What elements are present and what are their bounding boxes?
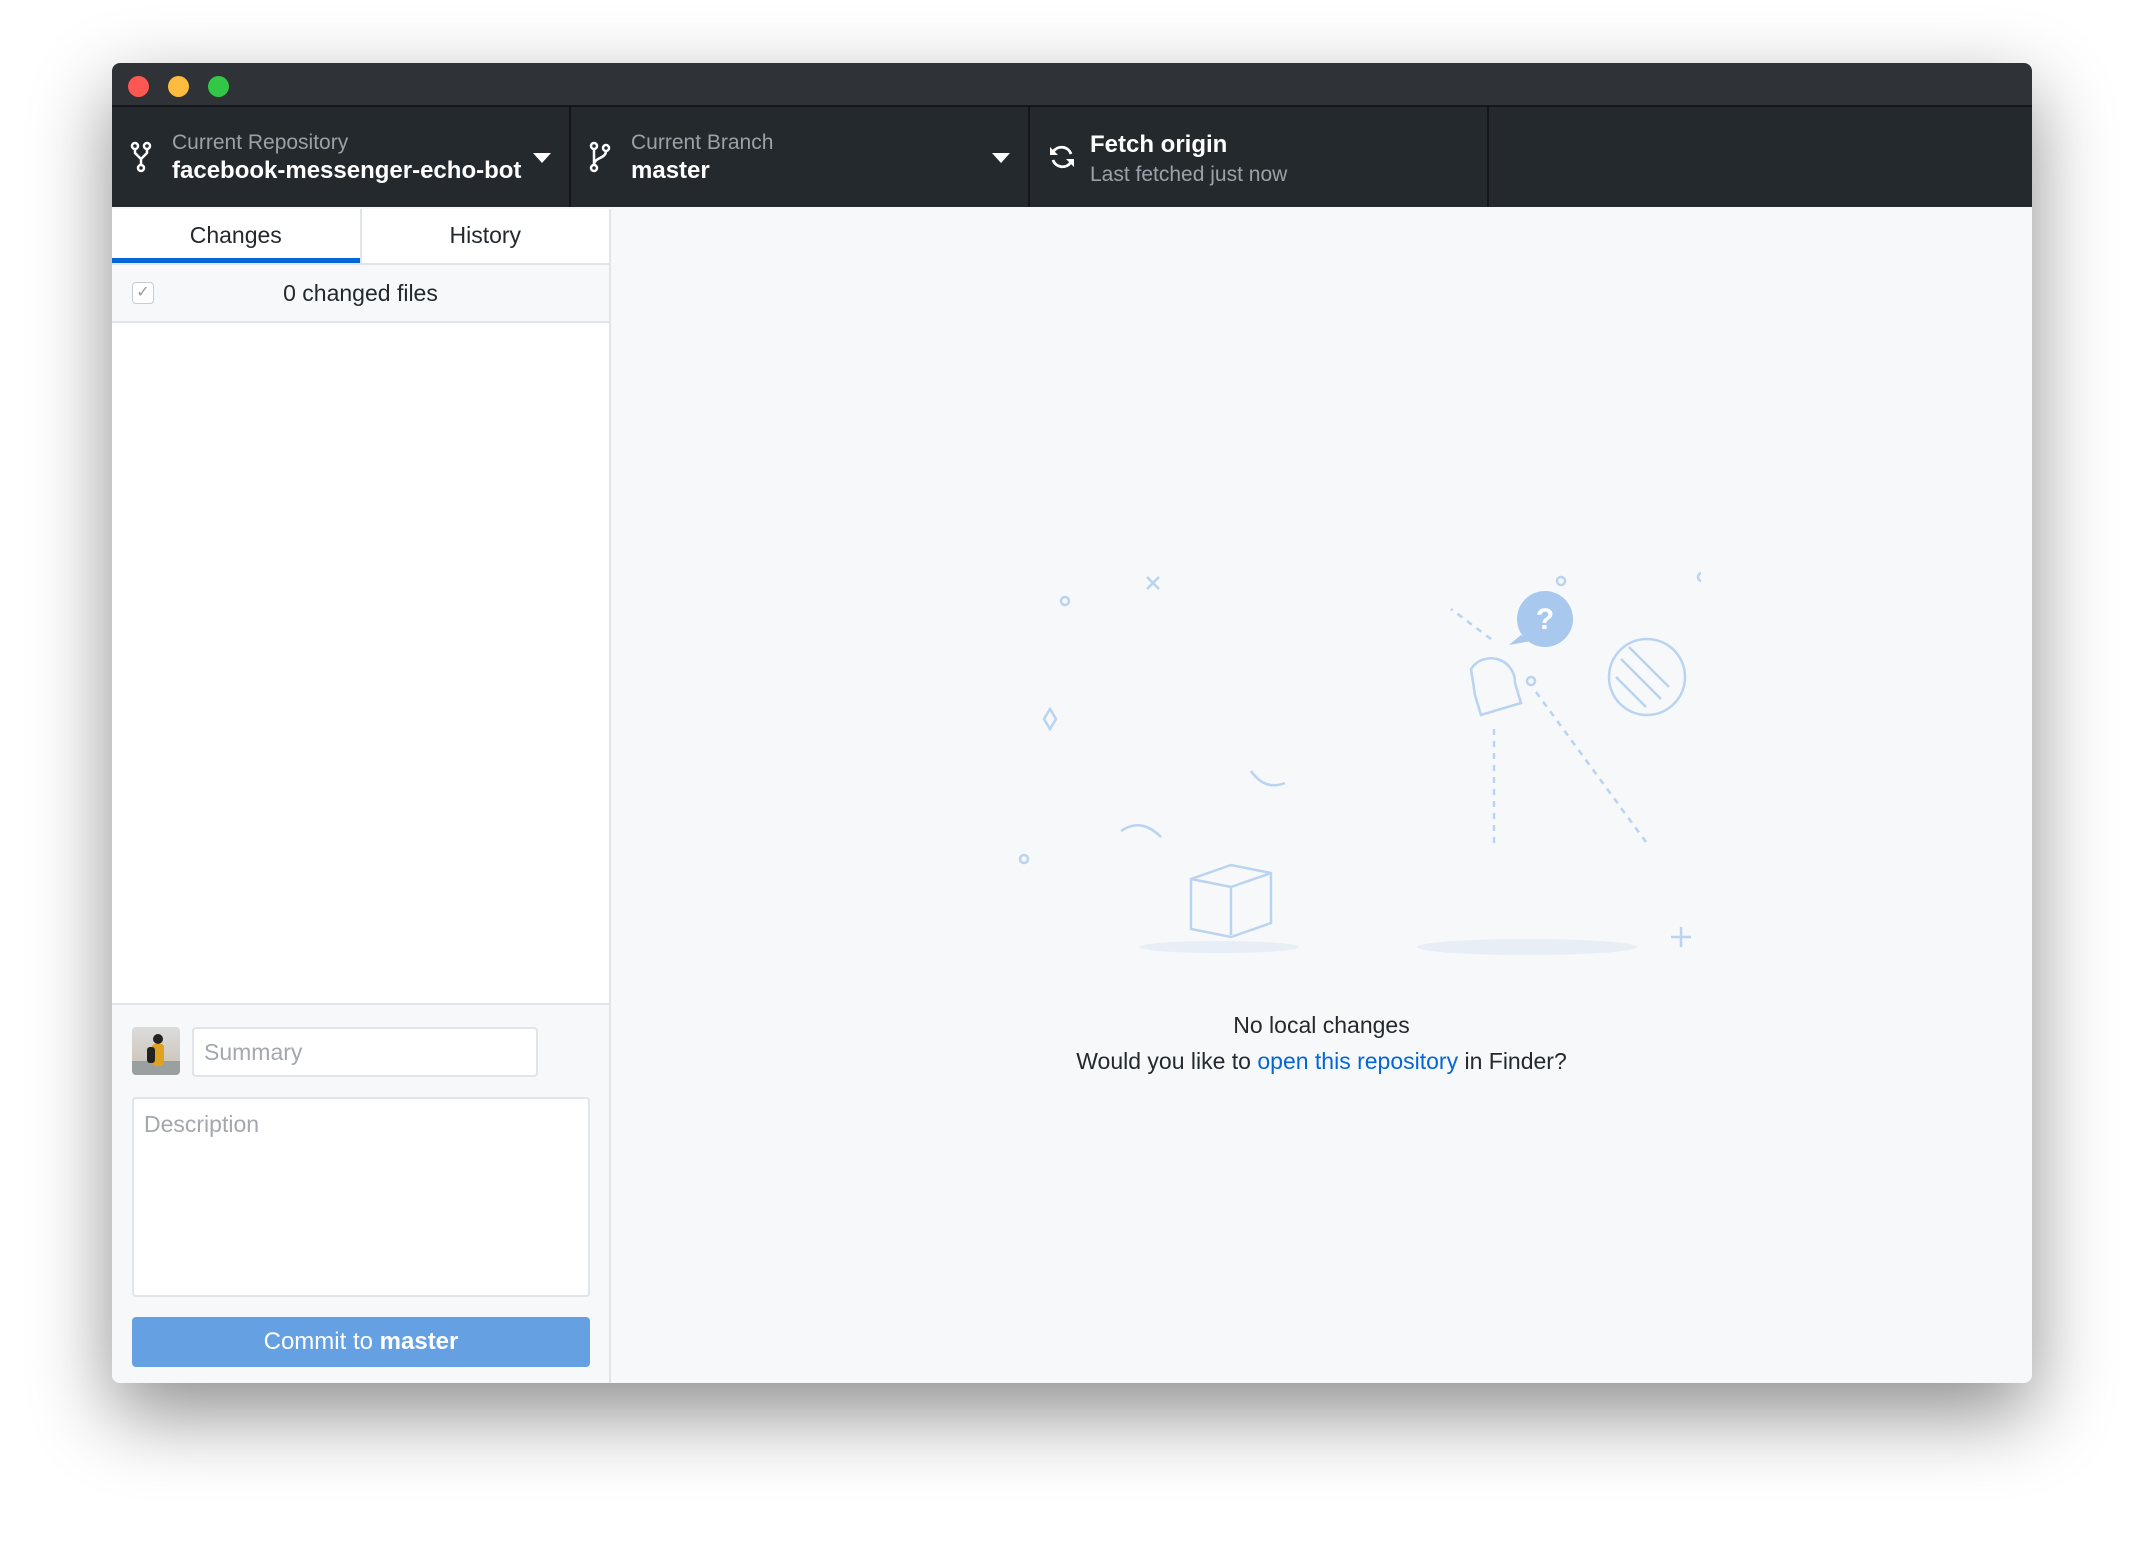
minimize-button[interactable] (168, 76, 189, 97)
empty-state-title: No local changes (1233, 1012, 1410, 1038)
branch-label: Current Branch (631, 131, 774, 154)
no-changes-illustration: ? (1018, 571, 1701, 955)
sync-icon (1050, 145, 1074, 169)
empty-state-prompt: Would you like to open this repository i… (611, 1043, 2032, 1079)
summary-input[interactable] (192, 1027, 538, 1077)
sidebar: Changes History ✓ 0 changed files Commit… (112, 209, 611, 1383)
current-branch-button[interactable]: Current Branch master (571, 107, 1030, 207)
sidebar-tabs: Changes History (112, 209, 609, 265)
toolbar: Current Repository facebook-messenger-ec… (112, 107, 2032, 207)
changed-files-count: 0 changed files (283, 280, 438, 306)
current-repository-button[interactable]: Current Repository facebook-messenger-ec… (112, 107, 571, 207)
tab-history[interactable]: History (359, 209, 610, 263)
chevron-down-icon (992, 153, 1010, 163)
app-window: Current Repository facebook-messenger-ec… (112, 63, 2032, 1383)
repo-icon (130, 141, 152, 173)
maximize-button[interactable] (208, 76, 229, 97)
prompt-text: Would you like to (1076, 1048, 1251, 1074)
branch-icon (589, 141, 611, 173)
last-fetched-status: Last fetched just now (1090, 163, 1288, 186)
empty-state: No local changes Would you like to open … (611, 1007, 2032, 1079)
fetch-origin-button[interactable]: Fetch origin Last fetched just now (1030, 107, 1489, 207)
tab-changes[interactable]: Changes (112, 209, 360, 263)
title-bar (112, 63, 2032, 107)
fetch-label: Fetch origin (1090, 131, 1228, 158)
chevron-down-icon (533, 153, 551, 163)
prompt-text-end: in Finder? (1464, 1048, 1567, 1074)
repository-name: facebook-messenger-echo-bot (172, 157, 522, 184)
open-repository-link[interactable]: open this repository (1257, 1048, 1458, 1074)
svg-text:?: ? (1536, 603, 1554, 636)
main-panel: ? No local changes Would you like to ope… (611, 209, 2032, 1383)
branch-name: master (631, 157, 710, 184)
changed-files-header: ✓ 0 changed files (112, 265, 609, 323)
commit-button[interactable]: Commit to master (132, 1317, 590, 1367)
commit-button-label: Commit to (263, 1328, 373, 1355)
avatar (132, 1027, 180, 1075)
repository-label: Current Repository (172, 131, 349, 154)
select-all-checkbox[interactable]: ✓ (132, 282, 154, 304)
commit-button-branch: master (379, 1328, 459, 1355)
commit-form: Commit to master (112, 1003, 609, 1383)
close-button[interactable] (128, 76, 149, 97)
description-input[interactable] (132, 1097, 590, 1297)
